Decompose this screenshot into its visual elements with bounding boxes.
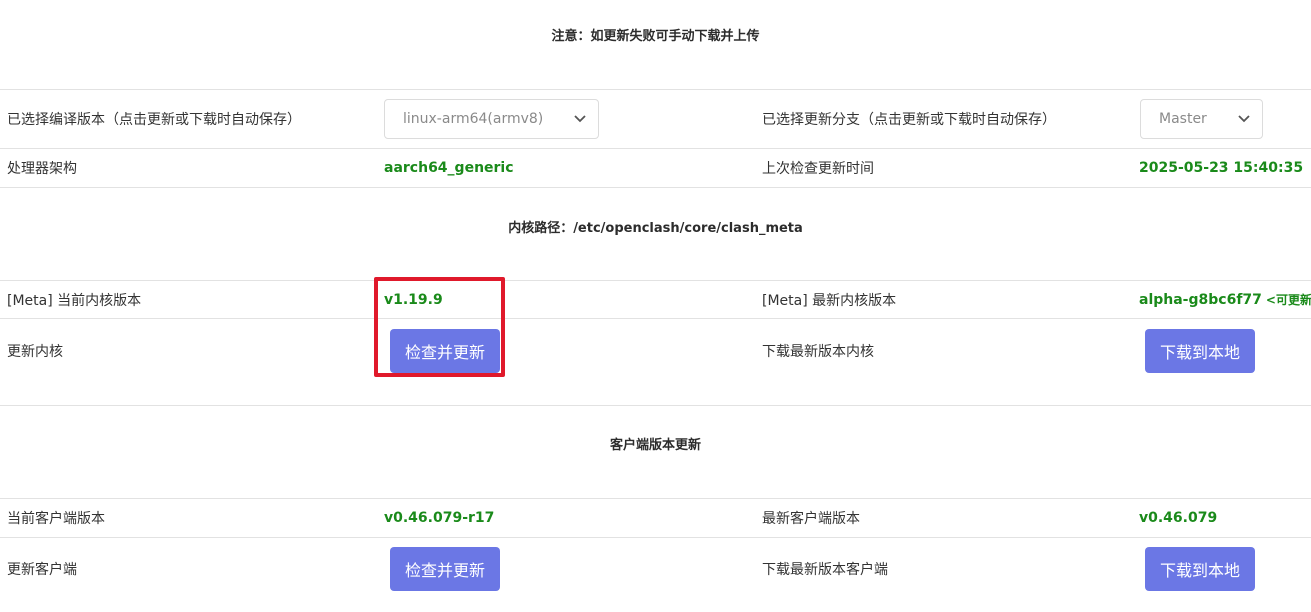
client-version-row: 当前客户端版本 v0.46.079-r17 最新客户端版本 v0.46.079 (0, 499, 1311, 537)
download-client-cell: 下载到本地 (1145, 538, 1255, 600)
update-branch-label: 已选择更新分支（点击更新或下载时自动保存） (762, 112, 1056, 128)
divider (0, 187, 1311, 188)
download-client-label: 下载最新版本客户端 (762, 562, 888, 578)
version-select-row: 已选择编译版本（点击更新或下载时自动保存） linux-arm64(armv8)… (0, 90, 1311, 148)
core-current-value: v1.19.9 (384, 291, 443, 308)
last-check-label: 上次检查更新时间 (762, 161, 874, 177)
core-current-label: [Meta] 当前内核版本 (7, 292, 142, 309)
update-core-label: 更新内核 (7, 344, 63, 360)
last-check-value: 2025-05-23 15:40:35 (1139, 160, 1304, 176)
download-core-cell: 下载到本地 (1145, 319, 1255, 383)
update-notice: 注意：如更新失败可手动下载并上传 (551, 29, 760, 44)
check-and-update-client-button[interactable]: 检查并更新 (390, 547, 500, 591)
core-update-available-tag: <可更新> (1265, 293, 1311, 307)
client-action-row: 更新客户端 检查并更新 下载最新版本客户端 下载到本地 (0, 538, 1311, 600)
client-latest-value: v0.46.079 (1139, 510, 1218, 526)
chevron-down-icon (574, 113, 586, 125)
core-latest-value: alpha-g8bc6f77 (1139, 291, 1262, 308)
core-action-row: 更新内核 检查并更新 下载最新版本内核 下载到本地 (0, 319, 1311, 383)
update-core-cell: 检查并更新 (390, 319, 500, 383)
update-branch-select[interactable]: Master (1140, 99, 1263, 139)
client-section-title: 客户端版本更新 (609, 438, 701, 453)
core-version-row: [Meta] 当前内核版本 v1.19.9 [Meta] 最新内核版本 alph… (0, 281, 1311, 318)
download-core-label: 下载最新版本内核 (762, 344, 874, 360)
client-current-label: 当前客户端版本 (7, 511, 105, 527)
check-and-update-core-button[interactable]: 检查并更新 (390, 329, 500, 373)
client-latest-label: 最新客户端版本 (762, 511, 860, 527)
compile-version-select[interactable]: linux-arm64(armv8) (384, 99, 599, 139)
update-branch-selected: Master (1159, 111, 1207, 127)
arch-label: 处理器架构 (7, 161, 77, 177)
core-latest-cell: alpha-g8bc6f77 <可更新> (1139, 281, 1311, 318)
divider (0, 405, 1311, 406)
core-latest-label: [Meta] 最新内核版本 (762, 292, 897, 309)
download-core-button[interactable]: 下载到本地 (1145, 329, 1255, 373)
download-client-button[interactable]: 下载到本地 (1145, 547, 1255, 591)
compile-version-selected: linux-arm64(armv8) (403, 111, 544, 127)
compile-version-cell: linux-arm64(armv8) (384, 90, 599, 148)
core-path-title: 内核路径：/etc/openclash/core/clash_meta (508, 221, 803, 236)
update-client-cell: 检查并更新 (390, 538, 500, 600)
update-branch-cell: Master (1140, 90, 1263, 148)
chevron-down-icon (1238, 113, 1250, 125)
arch-value: aarch64_generic (384, 160, 514, 176)
openclash-update-page: 注意：如更新失败可手动下载并上传 已选择编译版本（点击更新或下载时自动保存） l… (0, 0, 1311, 612)
compile-version-label: 已选择编译版本（点击更新或下载时自动保存） (7, 112, 301, 128)
arch-row: 处理器架构 aarch64_generic 上次检查更新时间 2025-05-2… (0, 149, 1311, 187)
client-current-value: v0.46.079-r17 (384, 510, 495, 526)
update-client-label: 更新客户端 (7, 562, 77, 578)
